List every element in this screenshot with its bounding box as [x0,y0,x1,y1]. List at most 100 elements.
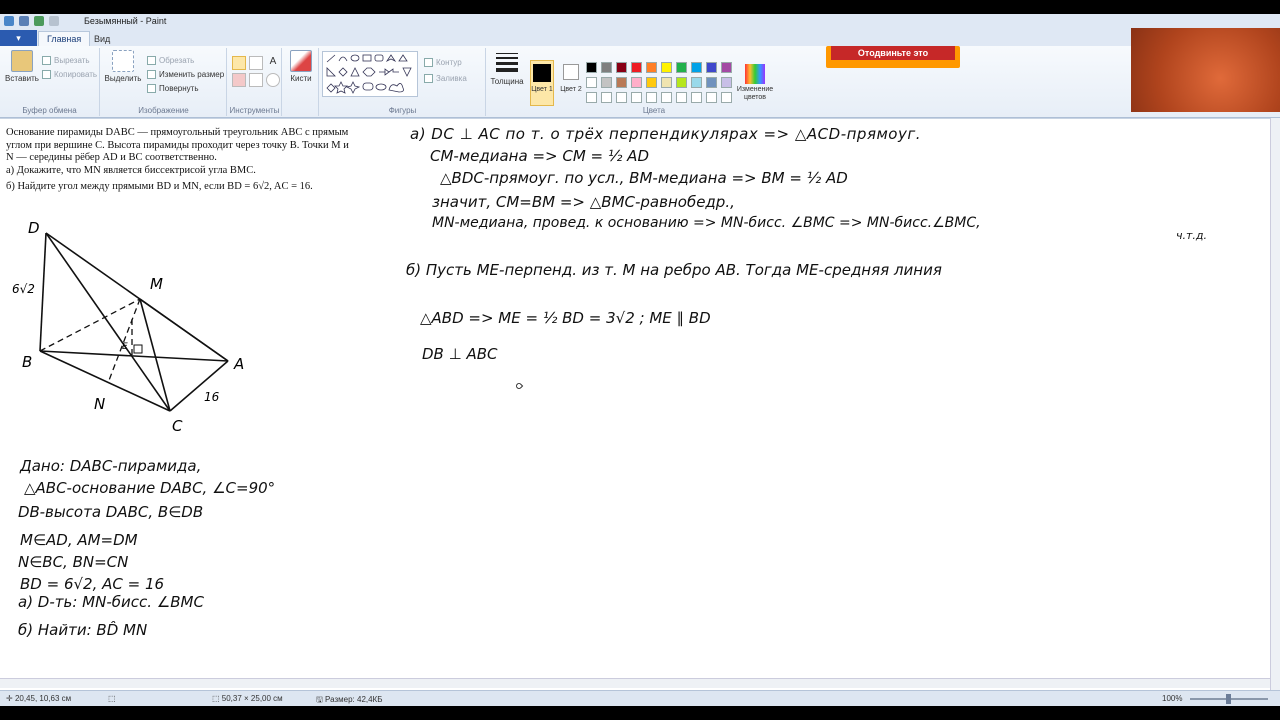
label-a: A [233,355,244,373]
colors-group-label: Цвета [642,106,666,115]
pencil-icon[interactable] [232,56,246,70]
edit-colors-label: Изменение цветов [736,86,774,101]
shapes-gallery[interactable] [322,51,418,97]
palette-swatch[interactable] [586,77,597,88]
vertical-scrollbar[interactable] [1270,118,1280,692]
brush-icon [290,50,312,72]
palette-swatch[interactable] [601,77,612,88]
eraser-icon[interactable] [232,73,246,87]
palette-swatch[interactable] [586,62,597,73]
palette-swatch[interactable] [661,92,672,103]
outline-dropdown[interactable]: Контур [424,56,462,69]
label-c: C [172,417,183,435]
window-title: Безымянный - Paint [84,16,167,26]
palette-swatch[interactable] [661,77,672,88]
resize-button[interactable]: Изменить размер [147,68,224,81]
palette-swatch[interactable] [691,77,702,88]
solution-b-line-2: △ABD => ME = ½ BD = 3√2 ; ME ∥ BD [420,309,711,327]
palette-swatch[interactable] [676,77,687,88]
horizontal-scrollbar[interactable] [0,678,1270,688]
image-size: ⬚ 50,37 × 25,00 см [212,694,283,703]
colors-group: Цвет 1 Цвет 2 Изменение цветов Цвета [528,48,780,116]
palette-swatch[interactable] [616,77,627,88]
size-button[interactable]: Толщина [487,50,527,86]
text-icon[interactable]: A [266,56,280,70]
cut-button[interactable]: Вырезать [42,54,90,67]
shapes-icons [326,54,412,94]
size-label: Толщина [490,77,524,86]
palette-swatch[interactable] [586,92,597,103]
palette-swatch[interactable] [631,92,642,103]
palette-swatch[interactable] [721,62,732,73]
tab-view[interactable]: Вид [86,31,118,46]
file-size-value: Размер: 42,4КБ [325,695,383,704]
paste-icon [11,50,33,72]
color2-button[interactable]: Цвет 2 [558,62,584,93]
scissors-icon [42,56,51,65]
palette-swatch[interactable] [601,92,612,103]
fill-bucket-icon [424,74,433,83]
palette-swatch[interactable] [706,77,717,88]
edit-colors-button[interactable]: Изменение цветов [732,62,778,102]
label-bd-length: 6√2 [12,282,35,296]
zoom-slider[interactable] [1190,694,1268,704]
fill-icon[interactable] [249,56,263,70]
brushes-button[interactable]: Кисти [281,50,321,83]
palette-swatch[interactable] [676,62,687,73]
banner-text: Отодвиньте это [831,46,955,60]
problem-line-4: а) Докажите, что MN является биссектрисо… [6,164,256,176]
problem-statement: Основание пирамиды DABC — прямоугольный … [6,127,372,194]
color1-label: Цвет 1 [531,86,553,93]
crop-button[interactable]: Обрезать [147,54,194,67]
drawing-canvas[interactable]: Основание пирамиды DABC — прямоугольный … [0,118,1270,692]
color-palette [586,62,736,110]
shapes-group: Контур Заливка Фигуры [320,48,486,116]
redo-icon[interactable] [49,16,59,26]
palette-swatch[interactable] [616,92,627,103]
undo-icon[interactable] [34,16,44,26]
palette-swatch[interactable] [676,92,687,103]
color1-button[interactable]: Цвет 1 [530,60,554,106]
given-line-7: а) D-ть: MN-бисс. ∠BMC [18,593,204,611]
label-ac-length: 16 [204,390,220,404]
select-button[interactable]: Выделить [103,50,143,83]
palette-swatch[interactable] [616,62,627,73]
cursor-position: ✛ 20,45, 10,63 см [6,694,72,703]
rotate-button[interactable]: Повернуть [147,82,199,95]
palette-swatch[interactable] [706,62,717,73]
cursor-position-value: 20,45, 10,63 см [14,694,72,703]
resize-label: Изменить размер [159,70,225,79]
palette-swatch[interactable] [631,62,642,73]
palette-swatch[interactable] [691,62,702,73]
palette-swatch[interactable] [721,92,732,103]
palette-swatch[interactable] [661,62,672,73]
color-picker-icon[interactable] [249,73,263,87]
image-group: Выделить Обрезать Изменить размер Поверн… [101,48,227,116]
magnifier-icon[interactable] [266,73,280,87]
file-menu-button[interactable]: ▾ [0,30,37,46]
palette-swatch[interactable] [706,92,717,103]
palette-swatch[interactable] [721,77,732,88]
palette-swatch[interactable] [691,92,702,103]
zoom-slider-thumb[interactable] [1226,694,1231,704]
palette-swatch[interactable] [646,92,657,103]
rainbow-icon [745,64,765,84]
clipboard-group: Вставить Вырезать Копировать Буфер обмен… [0,48,100,116]
palette-swatch[interactable] [631,77,642,88]
solution-a-line-3: △BDC-прямоуг. по усл., BM-медиана => BM … [440,169,848,187]
fill-dropdown[interactable]: Заливка [424,72,467,85]
tab-home[interactable]: Главная [38,31,91,46]
rotate-icon [147,84,156,93]
select-icon [112,50,134,72]
file-size: 🖫 Размер: 42,4КБ [316,695,383,704]
paste-button[interactable]: Вставить [2,50,42,83]
copy-button[interactable]: Копировать [42,68,97,81]
solution-a-qed: ч.т.д. [1176,229,1208,242]
solution-b-line-3: DB ⊥ ABC [422,345,498,363]
pencil-cursor-icon [514,381,524,391]
problem-line-3: N — середины рёбер AD и BC соответственн… [6,152,217,163]
palette-swatch[interactable] [646,62,657,73]
save-icon[interactable] [19,16,29,26]
palette-swatch[interactable] [601,62,612,73]
palette-swatch[interactable] [646,77,657,88]
